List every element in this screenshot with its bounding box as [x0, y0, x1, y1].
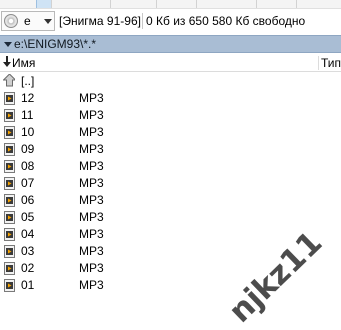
- file-row[interactable]: 08 MP3: [0, 158, 341, 175]
- audio-file-icon: [4, 211, 15, 224]
- current-path: e:\ENIGM93\*.*: [14, 37, 97, 51]
- file-ext: MP3: [79, 210, 104, 224]
- audio-file-icon: [4, 262, 15, 275]
- file-row[interactable]: 07 MP3: [0, 175, 341, 192]
- file-name: 06: [21, 193, 35, 207]
- file-name: 04: [21, 227, 35, 241]
- file-row[interactable]: 11 MP3: [0, 107, 341, 124]
- audio-file-icon: [4, 177, 15, 190]
- audio-file-icon: [4, 279, 15, 292]
- volume-label: [Энигма 91-96]: [59, 14, 141, 28]
- file-ext: MP3: [79, 176, 104, 190]
- tab-segment[interactable]: [196, 0, 257, 8]
- file-row[interactable]: 10 MP3: [0, 124, 341, 141]
- file-name: 02: [21, 261, 35, 275]
- drive-selector[interactable]: e: [1, 11, 55, 31]
- file-name: 08: [21, 159, 35, 173]
- file-ext: MP3: [79, 108, 104, 122]
- file-ext: MP3: [79, 244, 104, 258]
- file-name: 09: [21, 142, 35, 156]
- audio-file-icon: [4, 92, 15, 105]
- tab-segment[interactable]: [256, 0, 297, 8]
- drive-letter: e: [24, 14, 31, 28]
- drive-bar: e [Энигма 91-96] 0 Кб из 650 580 Кб своб…: [0, 10, 341, 32]
- file-ext: MP3: [79, 278, 104, 292]
- top-tab-strip: [0, 0, 341, 9]
- audio-file-icon: [4, 228, 15, 241]
- file-ext: MP3: [79, 125, 104, 139]
- file-name: 07: [21, 176, 35, 190]
- file-name: 01: [21, 278, 35, 292]
- tab-segment[interactable]: [110, 0, 157, 8]
- file-ext: MP3: [79, 142, 104, 156]
- audio-file-icon: [4, 109, 15, 122]
- audio-file-icon: [4, 245, 15, 258]
- tab-segment[interactable]: [156, 0, 197, 8]
- audio-file-icon: [4, 194, 15, 207]
- file-ext: MP3: [79, 159, 104, 173]
- file-row[interactable]: 06 MP3: [0, 192, 341, 209]
- parent-dir-row[interactable]: [..]: [0, 73, 341, 90]
- file-ext: MP3: [79, 91, 104, 105]
- tab-segment[interactable]: [50, 0, 111, 8]
- file-ext: MP3: [79, 193, 104, 207]
- history-dropdown-icon[interactable]: [4, 42, 12, 47]
- file-name: 05: [21, 210, 35, 224]
- audio-file-icon: [4, 126, 15, 139]
- file-row[interactable]: 05 MP3: [0, 209, 341, 226]
- file-name: 10: [21, 125, 35, 139]
- file-row[interactable]: 09 MP3: [0, 141, 341, 158]
- column-header: Имя Тип: [0, 54, 341, 72]
- up-arrow-icon: [3, 74, 15, 87]
- column-type-header[interactable]: Тип: [318, 56, 341, 70]
- file-name: 12: [21, 91, 35, 105]
- audio-file-icon: [4, 143, 15, 156]
- current-path-bar[interactable]: e:\ENIGM93\*.*: [0, 35, 341, 53]
- audio-file-icon: [4, 160, 15, 173]
- sort-down-icon: [3, 56, 11, 67]
- column-name-header[interactable]: Имя: [12, 56, 35, 70]
- parent-dir-label: [..]: [21, 74, 35, 88]
- file-name: 11: [21, 108, 34, 122]
- file-ext: MP3: [79, 261, 104, 275]
- file-name: 03: [21, 244, 35, 258]
- divider: [142, 13, 143, 29]
- file-ext: MP3: [79, 227, 104, 241]
- free-space-info: 0 Кб из 650 580 Кб свободно: [146, 14, 306, 28]
- chevron-down-icon[interactable]: [44, 19, 52, 24]
- file-row[interactable]: 12 MP3: [0, 90, 341, 107]
- cd-drive-icon: [4, 14, 18, 28]
